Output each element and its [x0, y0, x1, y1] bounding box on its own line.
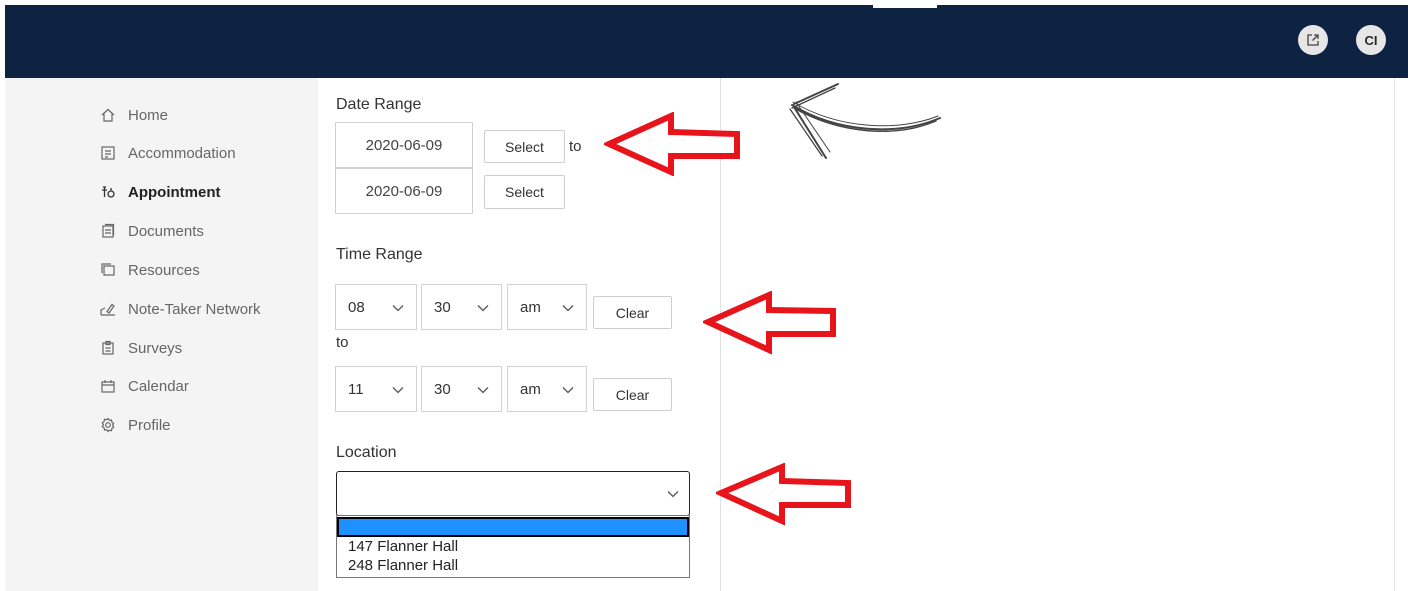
- end-hour-value: 11: [348, 380, 364, 398]
- external-link-icon[interactable]: [1298, 25, 1328, 55]
- start-hour-select[interactable]: 08: [335, 284, 417, 330]
- sidebar-item-label: Documents: [128, 222, 204, 240]
- sidebar-item-note-taker-network[interactable]: Note-Taker Network: [100, 299, 261, 319]
- start-date-field[interactable]: 2020-06-09: [335, 122, 473, 168]
- calendar-icon: [101, 380, 115, 393]
- sidebar-item-profile[interactable]: Profile: [100, 415, 171, 435]
- end-period-value: am: [520, 380, 541, 398]
- user-avatar[interactable]: CI: [1356, 25, 1386, 55]
- sidebar-item-calendar[interactable]: Calendar: [100, 376, 189, 396]
- sidebar-item-surveys[interactable]: Surveys: [100, 338, 182, 358]
- documents-icon: [102, 223, 115, 238]
- top-navigation-bar: [5, 5, 1408, 78]
- time-range-to-label: to: [336, 334, 349, 351]
- start-period-select[interactable]: am: [507, 284, 587, 330]
- select-start-date-button[interactable]: Select: [484, 130, 565, 163]
- end-date-field[interactable]: 2020-06-09: [335, 168, 473, 214]
- location-option[interactable]: 248 Flanner Hall: [337, 556, 689, 576]
- select-end-date-button[interactable]: Select: [484, 175, 565, 209]
- topbar-tab-indicator: [873, 5, 937, 8]
- sidebar-item-home[interactable]: Home: [100, 105, 168, 125]
- sidebar-item-accommodation[interactable]: Accommodation: [100, 143, 236, 163]
- end-period-select[interactable]: am: [507, 366, 587, 412]
- sidebar-item-label: Profile: [128, 416, 171, 434]
- sidebar-item-documents[interactable]: Documents: [100, 221, 204, 241]
- surveys-icon: [102, 340, 114, 355]
- location-dropdown-list: 147 Flanner Hall 248 Flanner Hall: [336, 515, 690, 578]
- chevron-down-icon: [562, 305, 574, 312]
- sidebar-item-appointment[interactable]: Appointment: [100, 182, 220, 202]
- annotation-arrow-icon: [703, 291, 836, 355]
- sidebar-item-label: Note-Taker Network: [128, 300, 261, 318]
- start-period-value: am: [520, 298, 541, 316]
- gear-icon: [101, 417, 115, 433]
- end-minute-select[interactable]: 30: [421, 366, 502, 412]
- date-range-label: Date Range: [336, 96, 422, 113]
- time-range-label: Time Range: [336, 246, 423, 263]
- date-range-to-label: to: [569, 138, 582, 155]
- chevron-down-icon: [392, 387, 404, 394]
- location-option-blank[interactable]: [337, 517, 689, 537]
- appointment-icon: [102, 186, 115, 198]
- annotation-arrow-icon: [716, 463, 851, 526]
- note-taker-icon: [100, 303, 115, 316]
- end-hour-select[interactable]: 11: [335, 366, 417, 412]
- start-minute-select[interactable]: 30: [421, 284, 502, 330]
- sidebar-item-label: Surveys: [128, 339, 183, 357]
- location-select[interactable]: [336, 471, 690, 516]
- chevron-down-icon: [392, 305, 404, 312]
- start-hour-value: 08: [348, 298, 365, 316]
- location-label: Location: [336, 444, 397, 461]
- sidebar-item-label: Calendar: [128, 377, 189, 395]
- sidebar-item-label: Appointment: [128, 183, 221, 201]
- sidebar-item-label: Accommodation: [128, 144, 236, 162]
- clear-end-time-button[interactable]: Clear: [593, 378, 672, 411]
- end-minute-value: 30: [434, 380, 451, 398]
- clear-start-time-button[interactable]: Clear: [593, 296, 672, 329]
- chevron-down-icon: [477, 387, 489, 394]
- sidebar-item-label: Resources: [128, 261, 200, 279]
- home-icon: [101, 108, 115, 122]
- chevron-down-icon: [477, 305, 489, 312]
- sketch-arrow-icon: [789, 83, 941, 159]
- start-minute-value: 30: [434, 298, 451, 316]
- resources-icon: [101, 263, 115, 276]
- chevron-down-icon: [667, 491, 679, 498]
- sidebar-item-label: Home: [128, 106, 169, 124]
- location-option[interactable]: 147 Flanner Hall: [337, 537, 689, 557]
- sidebar-item-resources[interactable]: Resources: [100, 260, 200, 280]
- chevron-down-icon: [562, 387, 574, 394]
- list-icon: [101, 146, 115, 160]
- content-right-border: [1394, 78, 1395, 591]
